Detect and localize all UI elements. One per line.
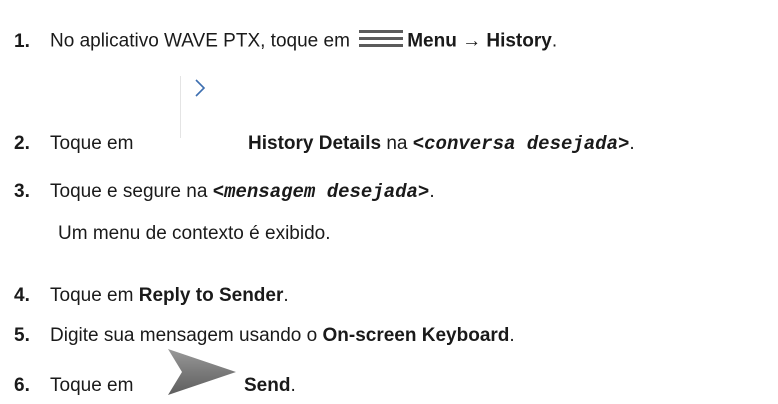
step-2: 2. Toque em	[14, 132, 133, 156]
menu-label: Menu	[407, 30, 457, 52]
step-2-rest: History Details na <conversa desejada>.	[248, 132, 635, 156]
variable-text: <conversa desejada>	[412, 133, 630, 155]
step-5: 5. Digite sua mensagem usando o On-screen…	[14, 324, 515, 348]
on-screen-keyboard-label: On-screen Keyboard	[322, 325, 510, 346]
step-number: 5.	[14, 325, 30, 346]
period: .	[551, 30, 558, 52]
step-text: Digite sua mensagem usando o	[50, 325, 318, 346]
step-number: 3.	[14, 181, 30, 202]
step-text: Toque em	[50, 285, 134, 306]
step-3-note: Um menu de contexto é exibido.	[58, 223, 331, 244]
step-number: 2.	[14, 133, 30, 154]
arrow-glyph: →	[462, 30, 482, 52]
step-number: 1.	[14, 30, 30, 52]
history-label: History	[486, 30, 552, 52]
step-6: 6. Toque em	[14, 374, 133, 398]
step-text: No aplicativo WAVE PTX, toque em	[50, 30, 350, 52]
step-1: 1. No aplicativo WAVE PTX, toque em Menu …	[14, 27, 557, 56]
step-number: 6.	[14, 375, 30, 396]
period: .	[629, 133, 635, 154]
step-text: Toque em	[50, 133, 134, 154]
step-3: 3. Toque e segure na <mensagem desejada>.	[14, 180, 435, 204]
hamburger-menu-icon	[359, 27, 404, 56]
chevron-right-icon	[180, 74, 240, 140]
step-number: 4.	[14, 285, 30, 306]
period: .	[509, 325, 515, 346]
period: .	[429, 181, 435, 202]
period: .	[290, 375, 296, 396]
period: .	[283, 285, 289, 306]
send-arrow-icon	[162, 347, 237, 397]
step-text: Toque em	[50, 375, 134, 396]
step-4: 4. Toque em Reply to Sender.	[14, 284, 289, 308]
step-text: Toque e segure na	[50, 181, 208, 202]
step-6-rest: Send.	[244, 374, 296, 398]
reply-to-sender-label: Reply to Sender	[138, 285, 284, 306]
variable-text: <mensagem desejada>	[212, 181, 430, 203]
history-details-label: History Details	[248, 133, 382, 154]
step-text: na	[386, 133, 408, 154]
send-label: Send	[244, 375, 291, 396]
